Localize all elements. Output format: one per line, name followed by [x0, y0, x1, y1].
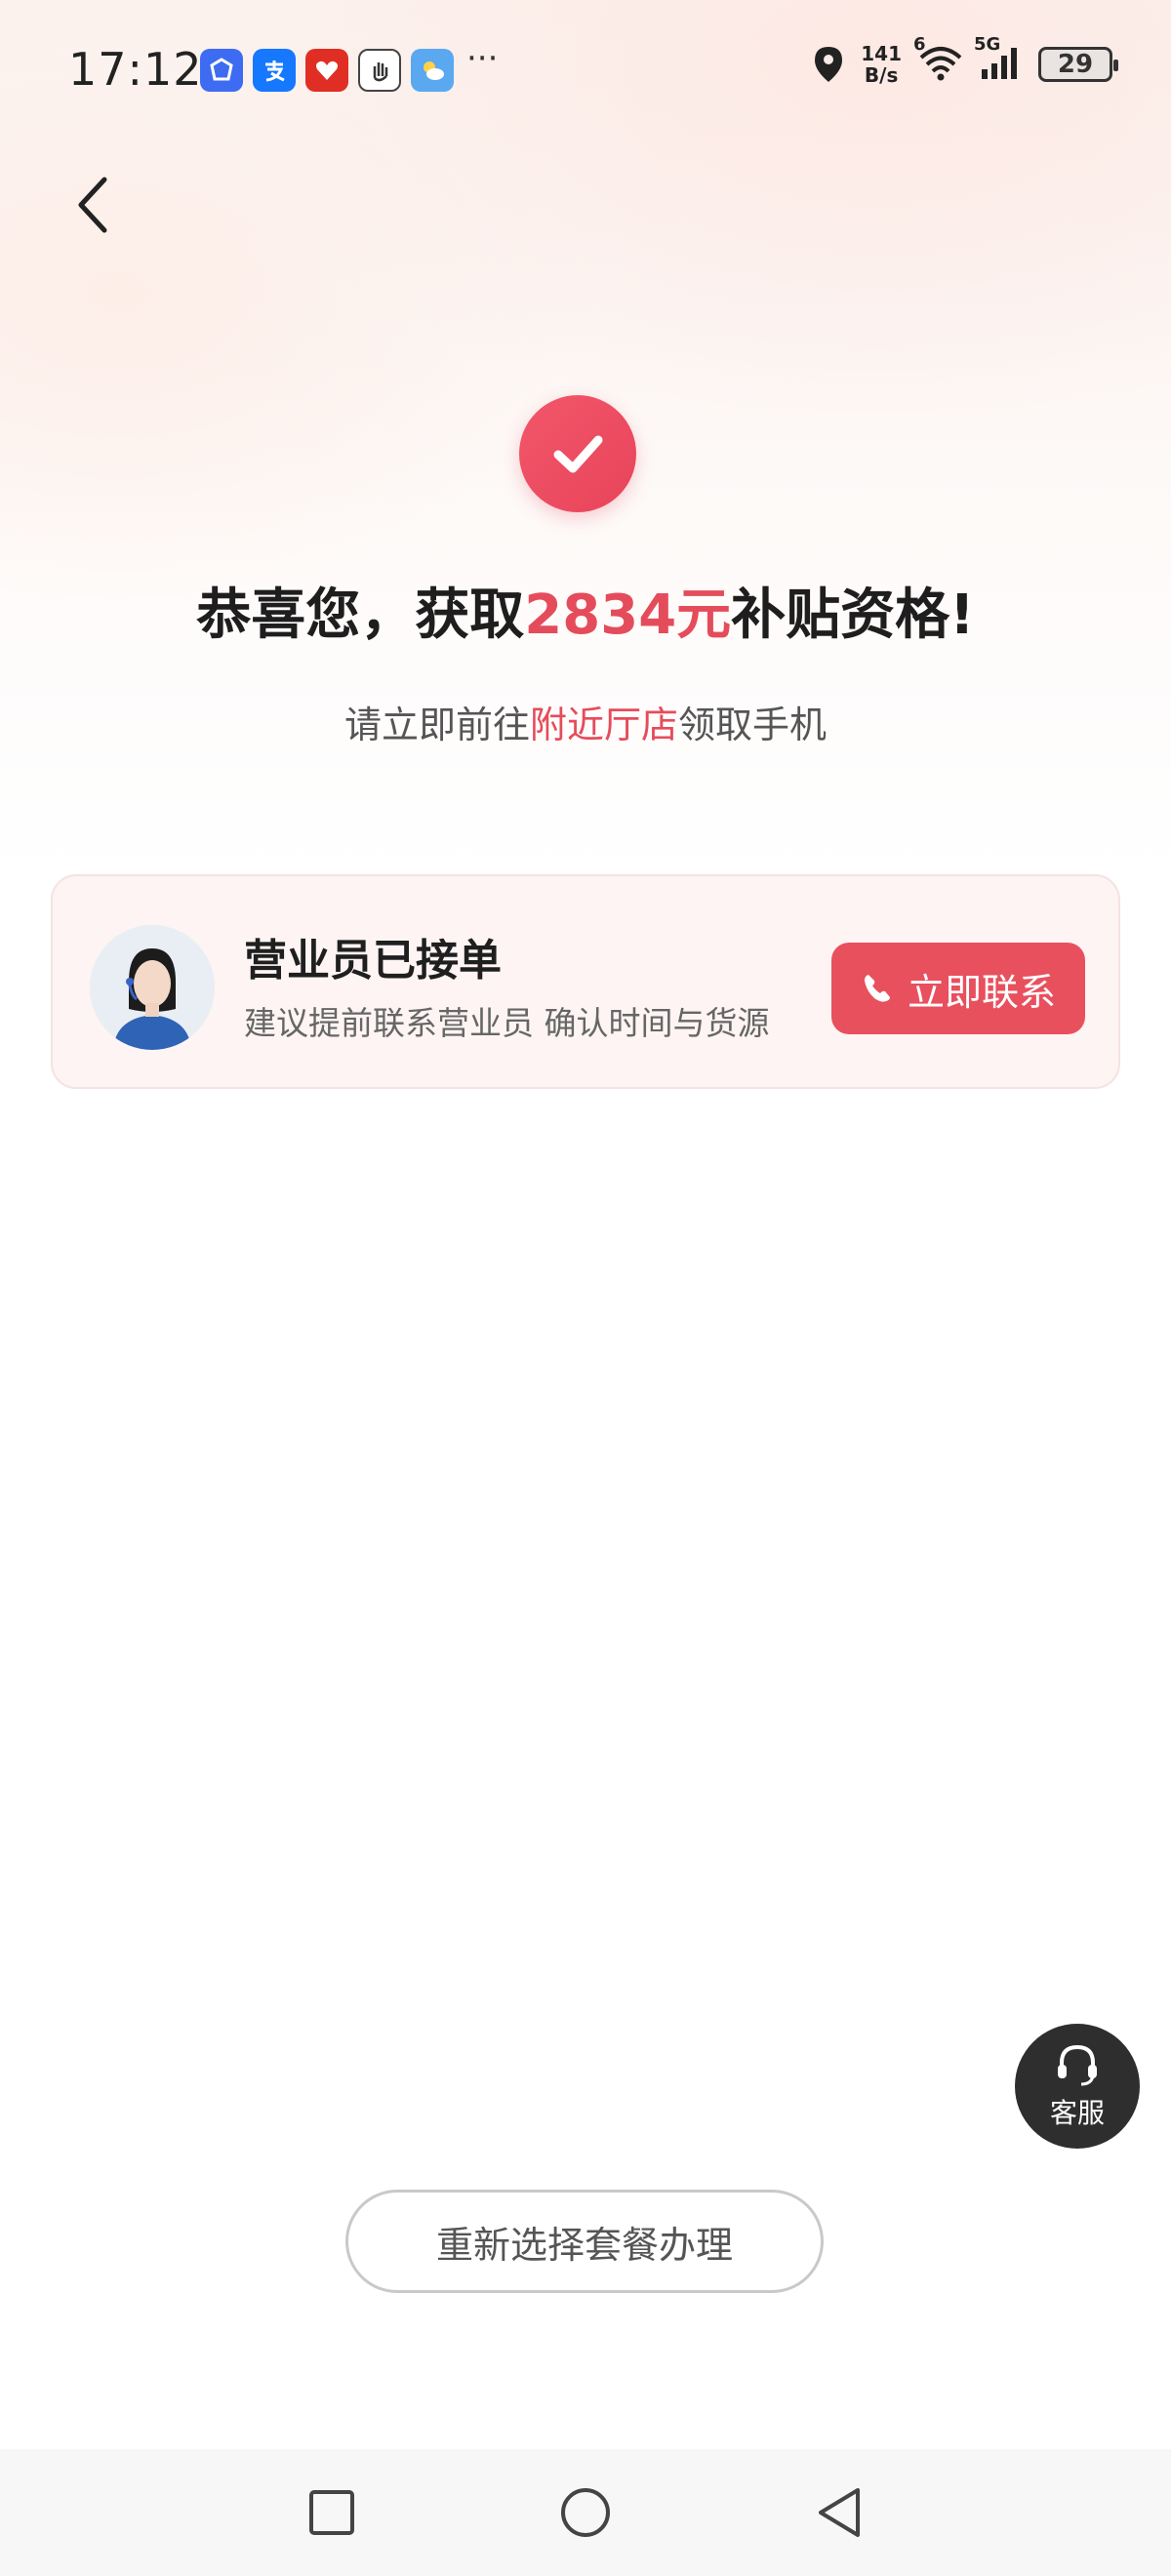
- circle-icon: [561, 2488, 610, 2537]
- nearby-store-link[interactable]: 附近厅店: [530, 704, 678, 746]
- success-check-icon: [519, 395, 636, 512]
- reselect-plan-button[interactable]: 重新选择套餐办理: [345, 2190, 824, 2293]
- success-headline: 恭喜您，获取2834元补贴资格!: [0, 571, 1171, 650]
- square-icon: [309, 2490, 354, 2535]
- system-icons: 141 B/s 6 5G 29: [812, 34, 1118, 86]
- home-button[interactable]: [556, 2483, 615, 2542]
- agent-card: 营业员已接单 建议提前联系营业员 确认时间与货源 立即联系: [51, 874, 1120, 1089]
- more-notifications-icon: ···: [466, 39, 499, 78]
- battery-icon: 29: [1038, 47, 1118, 82]
- status-bar: 17:12 ··· 141 B/s 6 5G 29: [0, 0, 1171, 137]
- wifi-standard-label: 6: [913, 34, 926, 55]
- subsidy-amount: 2834元: [524, 584, 732, 647]
- contact-now-label: 立即联系: [907, 970, 1056, 1014]
- network-speed-unit: B/s: [864, 63, 899, 87]
- recents-button[interactable]: [303, 2483, 361, 2542]
- app-shield-icon: [200, 49, 243, 92]
- notification-icons: [200, 49, 454, 92]
- success-subtitle: 请立即前往附近厅店领取手机: [0, 695, 1171, 748]
- network-speed: 141 B/s: [861, 43, 902, 86]
- headline-prefix: 恭喜您，获取: [196, 584, 525, 647]
- cell-network-label: 5G: [974, 34, 1001, 55]
- alipay-icon: [253, 49, 296, 92]
- agent-status-desc: 建议提前联系营业员 确认时间与货源: [244, 1004, 770, 1042]
- subtitle-suffix: 领取手机: [678, 704, 828, 746]
- network-speed-value: 141: [861, 42, 902, 65]
- phone-icon: [864, 975, 890, 1002]
- subtitle-prefix: 请立即前往: [343, 704, 530, 746]
- headline-suffix: 补贴资格!: [731, 584, 975, 647]
- status-time: 17:12: [68, 43, 203, 96]
- location-icon: [815, 47, 843, 82]
- customer-service-button[interactable]: 客服: [1015, 2024, 1140, 2149]
- hand-icon: [358, 49, 401, 92]
- customer-service-label: 客服: [1049, 2097, 1105, 2129]
- triangle-back-icon: [819, 2488, 860, 2537]
- system-back-button[interactable]: [810, 2483, 868, 2542]
- agent-avatar: [90, 925, 215, 1050]
- heart-app-icon: [305, 49, 348, 92]
- chevron-left-icon: [78, 177, 107, 233]
- contact-now-button[interactable]: 立即联系: [831, 943, 1085, 1034]
- system-nav-bar: [0, 2449, 1171, 2576]
- cell-signal-icon: 5G: [974, 34, 1023, 85]
- agent-status-title: 营业员已接单: [244, 936, 502, 986]
- headset-icon: [1058, 2044, 1097, 2086]
- wifi-icon: 6: [913, 34, 964, 85]
- weather-icon: [411, 49, 454, 92]
- back-button[interactable]: [59, 166, 127, 244]
